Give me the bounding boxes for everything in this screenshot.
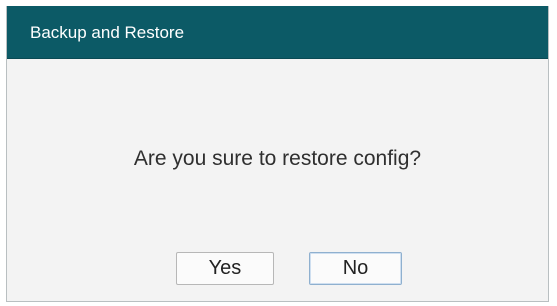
confirm-message: Are you sure to restore config? <box>133 147 422 170</box>
no-button[interactable]: No <box>309 252 402 285</box>
dialog-titlebar: Backup and Restore <box>7 6 548 59</box>
dialog-title: Backup and Restore <box>30 23 185 42</box>
restore-confirm-dialog: Backup and Restore Are you sure to resto… <box>6 6 549 302</box>
yes-button[interactable]: Yes <box>176 252 274 285</box>
